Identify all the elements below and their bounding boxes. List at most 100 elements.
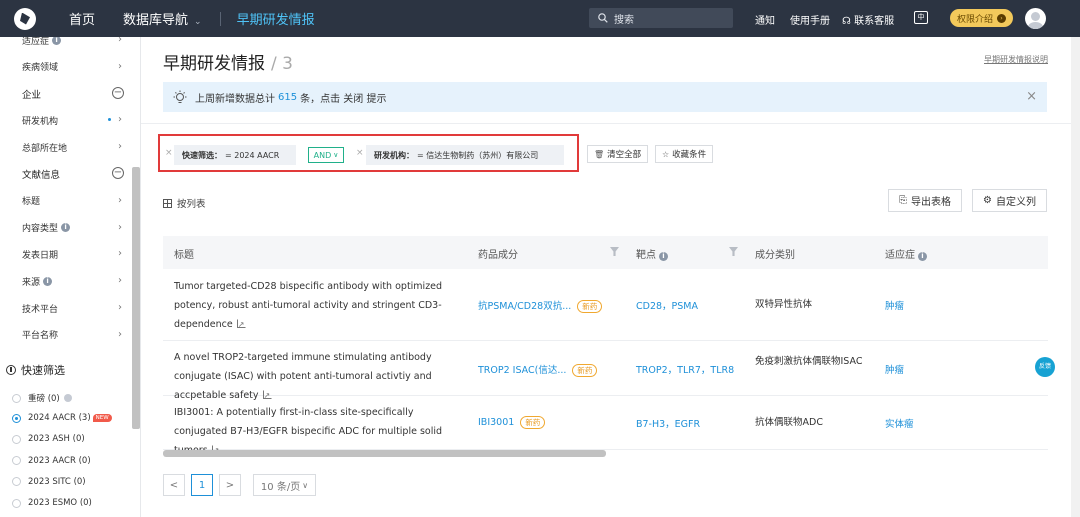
row-indication[interactable]: 肿瘤 bbox=[885, 362, 904, 376]
radio-button[interactable] bbox=[12, 477, 21, 487]
trash-icon: 🗑 bbox=[594, 149, 605, 159]
chevron-down-icon: ∨ bbox=[302, 480, 309, 490]
info-icon[interactable]: i bbox=[659, 252, 668, 261]
page-size-select[interactable]: 10 条/页 ∨ bbox=[253, 474, 316, 496]
filter-funnel-icon[interactable] bbox=[729, 247, 738, 256]
divider bbox=[141, 123, 1071, 124]
sidebar-item[interactable]: 发表日期 › bbox=[0, 241, 132, 267]
row-indication[interactable]: 实体瘤 bbox=[885, 416, 914, 430]
row-targets[interactable]: B7-H3，EGFR bbox=[636, 416, 700, 430]
manual-link[interactable]: 使用手册 bbox=[790, 12, 830, 27]
quick-filter-option[interactable]: 重磅 (0) bbox=[12, 392, 72, 404]
rights-intro-button[interactable]: 权限介绍 › bbox=[950, 9, 1013, 27]
sidebar-item[interactable]: 来源 i › bbox=[0, 268, 132, 294]
row-targets[interactable]: TROP2，TLR7，TLR8 bbox=[636, 362, 734, 376]
close-icon[interactable]: × bbox=[1026, 89, 1037, 104]
list-view-toggle[interactable]: 按列表 bbox=[163, 196, 206, 210]
sidebar-item[interactable]: 平台名称 › bbox=[0, 322, 132, 348]
search-input[interactable]: 搜索 bbox=[589, 8, 733, 28]
custom-columns-button[interactable]: ⚙ 自定义列 bbox=[972, 189, 1047, 212]
row-category: 双特异性抗体 bbox=[755, 299, 813, 310]
filter-chip-quick[interactable]: 快速筛选： = 2024 AACR bbox=[174, 145, 296, 165]
quick-filter-label: 重磅 (0) bbox=[28, 394, 60, 404]
sidebar-item[interactable]: 总部所在地 › bbox=[0, 134, 132, 160]
radio-button[interactable] bbox=[12, 456, 21, 466]
table-row[interactable]: Tumor targeted-CD28 bispecific antibody … bbox=[163, 269, 1048, 341]
col-target: 靶点 i bbox=[636, 246, 668, 261]
quick-filter-option[interactable]: 2024 AACR (3) NEW bbox=[12, 413, 112, 423]
sidebar-item-label: 总部所在地 bbox=[22, 143, 68, 154]
banner-prefix: 上周新增数据总计 bbox=[195, 93, 275, 105]
logic-select[interactable]: AND ∨ bbox=[308, 147, 344, 163]
nav-early-rd[interactable]: 早期研发情报 bbox=[237, 9, 315, 28]
radio-button[interactable] bbox=[12, 434, 21, 444]
collapse-icon[interactable]: − bbox=[112, 167, 124, 179]
remove-filter-icon[interactable]: × bbox=[356, 148, 364, 158]
radio-button[interactable] bbox=[12, 498, 21, 508]
quick-filter-option[interactable]: 2023 ESMO (0) bbox=[12, 498, 92, 508]
quick-filter-option[interactable]: 2023 SITC (0) bbox=[12, 477, 86, 487]
avatar[interactable] bbox=[1025, 8, 1046, 29]
sidebar-section[interactable]: 企业 − bbox=[0, 81, 132, 107]
next-page-button[interactable]: > bbox=[219, 474, 241, 496]
sidebar-item[interactable]: 技术平台 › bbox=[0, 295, 132, 321]
row-category: 抗体偶联物ADC bbox=[755, 417, 823, 428]
clear-all-button[interactable]: 🗑 清空全部 bbox=[587, 145, 649, 163]
table-row[interactable]: A novel TROP2-targeted immune stimulatin… bbox=[163, 341, 1048, 405]
save-condition-button[interactable]: ☆ 收藏条件 bbox=[655, 145, 714, 163]
row-title[interactable]: Tumor targeted-CD28 bispecific antibody … bbox=[174, 277, 459, 334]
col-category: 成分类别 bbox=[755, 250, 795, 261]
collapse-icon[interactable]: − bbox=[112, 86, 124, 99]
drug-link[interactable]: TROP2 ISAC(信达... bbox=[478, 365, 566, 376]
info-icon[interactable] bbox=[63, 394, 72, 402]
drug-link[interactable]: 抗PSMA/CD28双抗... bbox=[478, 301, 571, 312]
nav-database[interactable]: 数据库导航 ⌄ bbox=[123, 9, 202, 28]
sidebar-item-label: 发表日期 bbox=[22, 250, 59, 261]
remove-filter-icon[interactable]: × bbox=[165, 148, 173, 158]
sidebar-item[interactable]: 内容类型 i › bbox=[0, 215, 132, 241]
logo-icon[interactable] bbox=[14, 7, 36, 30]
info-icon[interactable]: i bbox=[43, 276, 53, 286]
quick-filter-option[interactable]: 2023 ASH (0) bbox=[12, 434, 85, 444]
radio-button[interactable] bbox=[12, 393, 21, 403]
table-row[interactable]: IBI3001: A potentially first-in-class si… bbox=[163, 396, 1048, 460]
drug-link[interactable]: IBI3001 bbox=[478, 417, 514, 428]
rights-intro-label: 权限介绍 bbox=[956, 14, 993, 25]
page-1-button[interactable]: 1 bbox=[191, 474, 213, 496]
filter-chip-institution[interactable]: 研发机构： = 信达生物制药（苏州）有限公司 bbox=[366, 145, 564, 165]
feedback-button[interactable]: 反馈 bbox=[1035, 357, 1055, 377]
quick-filter-title-label: 快速筛选 bbox=[21, 364, 65, 377]
row-drug: IBI3001 新药 bbox=[478, 416, 546, 429]
help-link[interactable]: 早期研发情报说明 bbox=[984, 54, 1048, 65]
sidebar-item[interactable]: 疾病领域 › bbox=[0, 54, 132, 80]
sidebar-item[interactable]: 研发机构 › bbox=[0, 107, 132, 133]
headset-icon: ☊ bbox=[842, 16, 851, 27]
chevron-right-icon: › bbox=[118, 328, 122, 340]
logic-select-value: AND bbox=[313, 150, 332, 160]
notification-link[interactable]: 通知 bbox=[755, 12, 775, 27]
external-link-icon[interactable] bbox=[236, 315, 246, 334]
horizontal-scrollbar[interactable] bbox=[163, 450, 606, 457]
row-targets[interactable]: CD28，PSMA bbox=[636, 298, 698, 312]
chevron-right-icon: › bbox=[118, 194, 122, 206]
filter-funnel-icon[interactable] bbox=[610, 247, 619, 256]
chevron-right-icon: › bbox=[118, 37, 122, 45]
translate-icon[interactable]: 中 bbox=[914, 11, 928, 24]
sidebar-item[interactable]: 标题 › bbox=[0, 188, 132, 214]
chevron-right-icon: › bbox=[118, 221, 122, 233]
sidebar-scrollbar[interactable] bbox=[132, 167, 140, 429]
info-icon[interactable]: i bbox=[52, 37, 62, 45]
prev-page-button[interactable]: < bbox=[163, 474, 185, 496]
radio-button[interactable] bbox=[12, 413, 21, 423]
nav-home[interactable]: 首页 bbox=[69, 9, 95, 28]
contact-support-link[interactable]: ☊ 联系客服 bbox=[842, 12, 894, 27]
row-indication[interactable]: 肿瘤 bbox=[885, 298, 904, 312]
quick-filter-option[interactable]: 2023 AACR (0) bbox=[12, 456, 91, 466]
export-table-button[interactable]: ⎘ 导出表格 bbox=[888, 189, 962, 212]
sidebar-item[interactable]: 适应症 i › bbox=[0, 37, 132, 53]
page-scrollbar[interactable] bbox=[1071, 37, 1080, 517]
info-icon[interactable]: i bbox=[61, 223, 71, 233]
sidebar-section[interactable]: 文献信息 − bbox=[0, 161, 132, 187]
info-icon[interactable]: i bbox=[918, 252, 927, 261]
info-banner: 上周新增数据总计 615 条，点击 关闭 提示 × bbox=[163, 82, 1047, 112]
